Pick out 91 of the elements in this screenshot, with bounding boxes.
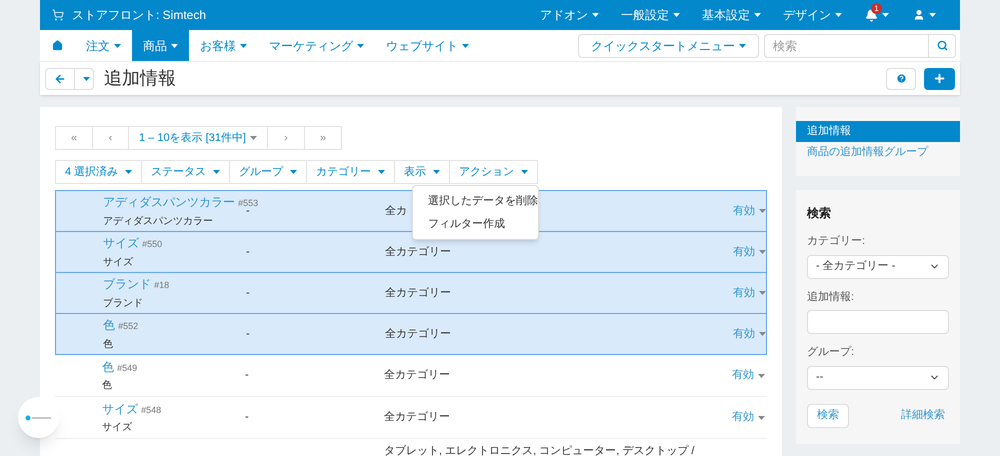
- feature-input[interactable]: [807, 310, 949, 334]
- table-row[interactable]: 色 #549 色 - 全カテゴリー 有効: [55, 355, 767, 397]
- filter-button[interactable]: 4 選択済み: [55, 160, 142, 184]
- sidebar-item[interactable]: 商品の追加情報グループ: [796, 142, 960, 162]
- feature-description: アディダスパンツカラー: [103, 214, 214, 229]
- back-button[interactable]: [45, 68, 75, 90]
- feature-description: サイズ: [102, 421, 133, 436]
- filter-button[interactable]: ステータス: [141, 160, 230, 184]
- search-button[interactable]: [929, 34, 956, 58]
- feature-id: #550: [142, 239, 162, 250]
- feature-name-link[interactable]: サイズ: [103, 236, 139, 250]
- filter-button[interactable]: グループ: [229, 160, 308, 184]
- user-icon: [913, 9, 925, 21]
- logo-icon: [24, 414, 52, 420]
- panel-title: 検索: [807, 205, 832, 222]
- help-button[interactable]: [886, 68, 916, 90]
- feature-id: #549: [117, 362, 138, 373]
- filter-button[interactable]: アクション: [449, 160, 538, 184]
- group-cell: -: [245, 369, 249, 382]
- previous-page-button[interactable]: ‹: [92, 126, 129, 150]
- feature-id: #18: [154, 280, 170, 290]
- status-dropdown[interactable]: 有効: [733, 284, 766, 302]
- status-dropdown[interactable]: 有効: [733, 326, 766, 342]
- field-label: カテゴリー:: [807, 234, 866, 249]
- table-row[interactable]: サイズ #548 サイズ - 全カテゴリー 有効: [55, 397, 767, 439]
- quickstart-button[interactable]: クイックスタートメニュー: [578, 34, 759, 58]
- category-cell: 全カテゴリー: [385, 328, 451, 340]
- group-cell: -: [246, 286, 250, 299]
- next-page-button[interactable]: ›: [267, 126, 305, 150]
- nav-tab[interactable]: 商品: [132, 30, 189, 61]
- status-dropdown[interactable]: 有効: [733, 244, 766, 260]
- search-icon: [936, 40, 948, 51]
- last-page-button[interactable]: »: [304, 126, 342, 150]
- store-name[interactable]: ストアフロント: Simtech: [72, 6, 206, 24]
- notification-button[interactable]: 1: [853, 0, 901, 30]
- nav-tab[interactable]: ウェブサイト: [375, 30, 480, 61]
- table-row[interactable]: ブランド #18 ブランド - 全カテゴリー 有効: [55, 272, 767, 314]
- category-cell: 全カテゴリー: [384, 411, 450, 424]
- back-arrow-icon: [54, 72, 66, 84]
- cart-icon: [52, 9, 64, 21]
- group-select[interactable]: --: [807, 366, 949, 390]
- nav-tab[interactable]: マーケティング: [258, 30, 375, 61]
- nav-tab[interactable]: お客様: [189, 30, 258, 61]
- category-cell: 全カテゴリー: [385, 286, 451, 299]
- group-cell: -: [245, 411, 249, 424]
- feature-id: #552: [118, 321, 138, 332]
- feature-id: #548: [141, 404, 162, 415]
- top-menu[interactable]: アドオン: [529, 6, 610, 24]
- top-menu[interactable]: デザイン: [772, 6, 853, 24]
- nav-tab[interactable]: 注文: [75, 30, 132, 61]
- feature-name-link[interactable]: ブランド: [103, 277, 151, 292]
- field-label: グループ:: [807, 344, 856, 360]
- group-cell: -: [246, 246, 250, 258]
- category-cell: 全カ: [385, 204, 407, 217]
- advanced-search-link[interactable]: 詳細検索: [901, 407, 949, 424]
- table-row[interactable]: サイズ #550 サイズ - 全カテゴリー 有効: [55, 231, 767, 273]
- filter-button[interactable]: カテゴリー: [306, 160, 396, 184]
- plus-icon: [933, 72, 946, 85]
- search-field[interactable]: 検索: [764, 34, 929, 58]
- category-cell: 全カテゴリー: [385, 246, 451, 258]
- notification-badge: 1: [871, 3, 882, 14]
- field-label: 追加情報:: [807, 290, 856, 304]
- first-page-button[interactable]: «: [55, 126, 93, 150]
- home-icon: [52, 40, 63, 51]
- feature-description: 色: [103, 338, 114, 352]
- top-menu[interactable]: 基本設定: [691, 6, 772, 24]
- category-cell-text: タブレット, エレクトロニクス, コンピューター, デスクトップ /: [384, 444, 694, 456]
- menu-item[interactable]: 選択したデータを削除: [413, 190, 538, 212]
- status-dropdown[interactable]: 有効: [732, 367, 765, 384]
- category-select[interactable]: - 全カテゴリー -: [807, 254, 949, 278]
- add-button[interactable]: [924, 68, 955, 90]
- group-cell: -: [246, 328, 250, 340]
- status-dropdown[interactable]: 有効: [732, 409, 765, 426]
- dropdown-button[interactable]: [75, 68, 94, 90]
- feature-name-link[interactable]: 色: [103, 318, 115, 332]
- page-title: 追加情報: [104, 67, 176, 90]
- status-dropdown[interactable]: 有効: [733, 202, 766, 220]
- filter-button[interactable]: 表示: [394, 160, 450, 184]
- feature-description: ブランド: [103, 296, 144, 311]
- feature-name-link[interactable]: サイズ: [102, 402, 138, 416]
- top-menu[interactable]: 一般設定: [610, 6, 691, 24]
- help-icon: [896, 73, 906, 84]
- table-row[interactable]: 色 #552 色 - 全カテゴリー 有効: [55, 313, 767, 355]
- feature-description: 色: [102, 379, 113, 394]
- feature-name-link[interactable]: アディダスパンツカラー: [103, 195, 235, 210]
- feature-description: サイズ: [103, 256, 134, 270]
- feature-name-link[interactable]: 色: [102, 360, 114, 374]
- sidebar-item[interactable]: 追加情報: [796, 121, 960, 142]
- search-button[interactable]: 検索: [807, 404, 849, 428]
- page-range-button[interactable]: 1 – 10を表示 [31件中]: [128, 126, 268, 150]
- category-cell: 全カテゴリー: [384, 369, 450, 382]
